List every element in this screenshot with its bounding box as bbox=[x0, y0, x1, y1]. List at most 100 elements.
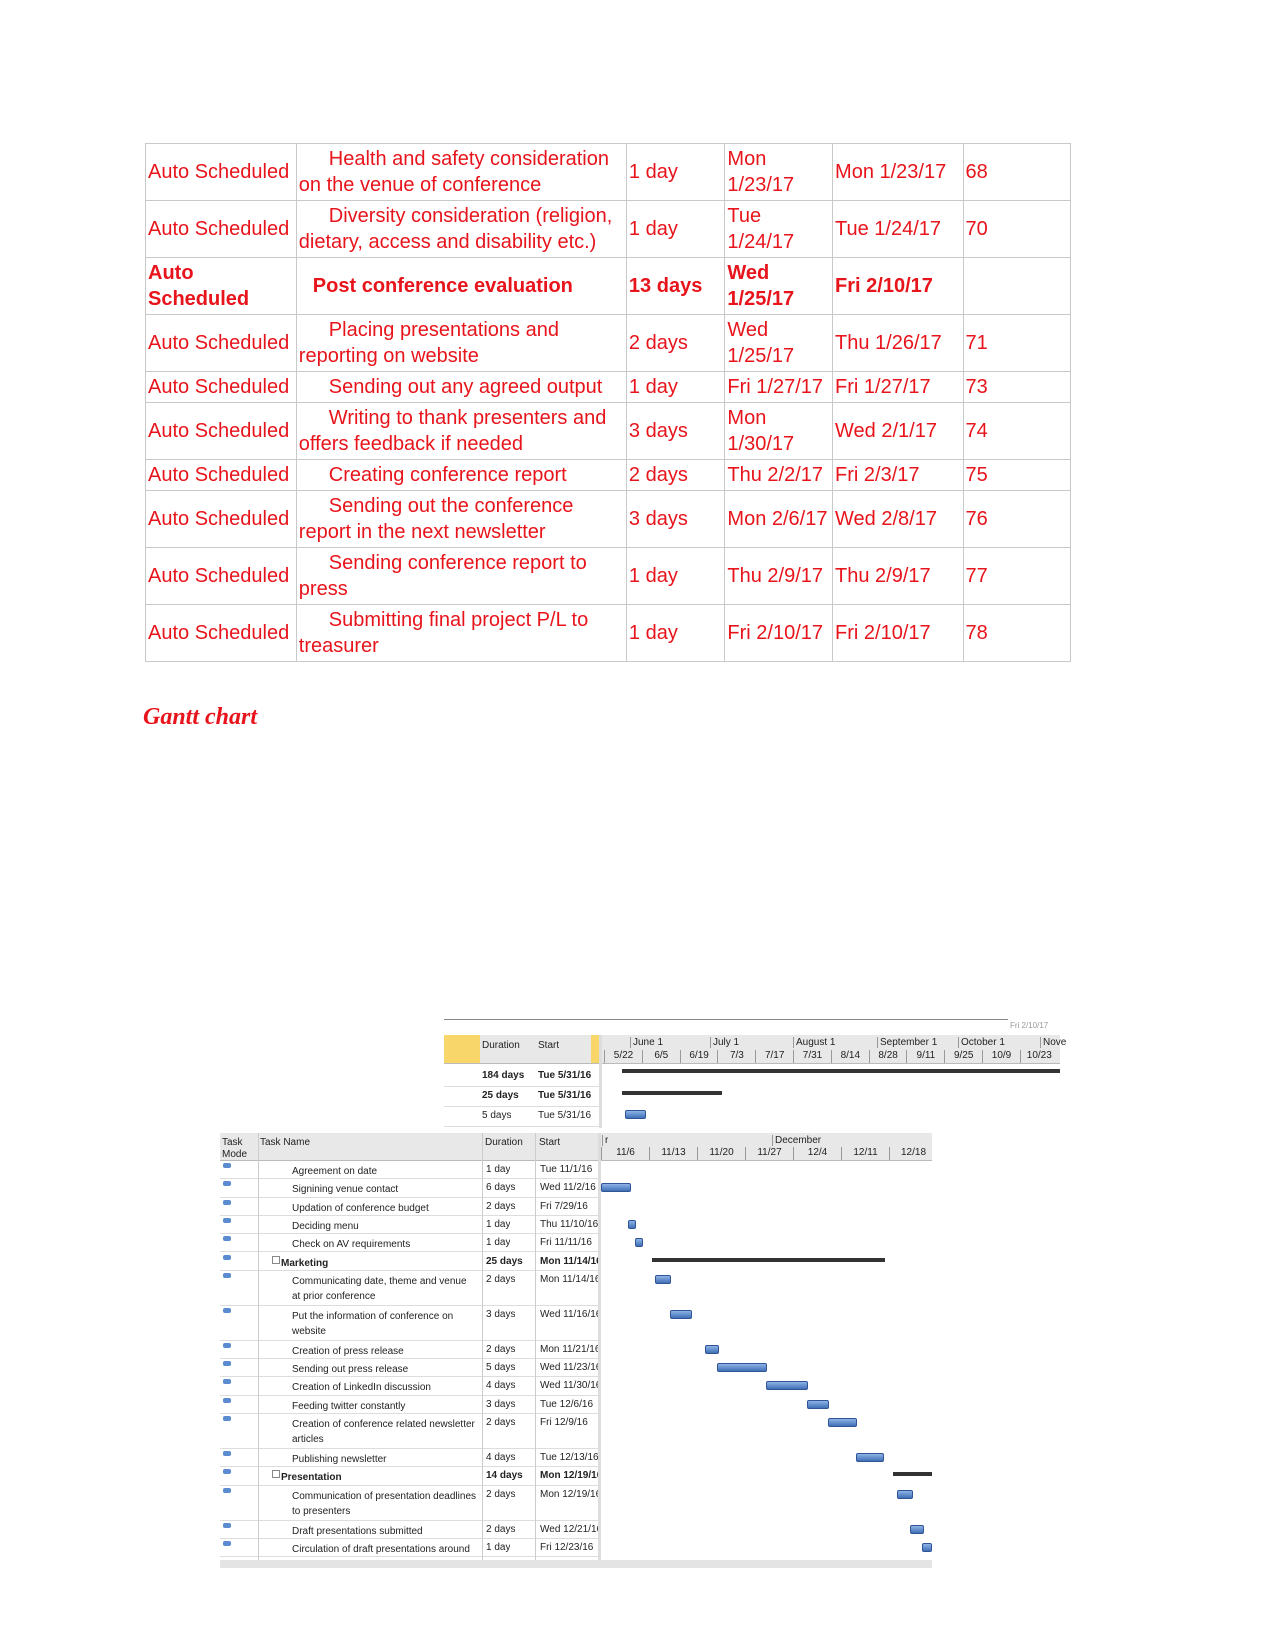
task-mode-icon bbox=[223, 1254, 231, 1260]
task-mode-icon bbox=[223, 1272, 231, 1278]
task-mode-cell: Auto Scheduled bbox=[145, 314, 297, 372]
start-cell: Tue 5/31/16 bbox=[538, 1090, 592, 1101]
task-name-cell: Creation of LinkedIn discussion bbox=[292, 1382, 431, 1394]
task-bar bbox=[635, 1238, 643, 1248]
task-bar bbox=[807, 1399, 829, 1409]
duration-header[interactable]: Duration bbox=[482, 1040, 520, 1051]
duration-cell: 1 day bbox=[625, 200, 726, 258]
finish-cell: Wed 2/8/17 bbox=[832, 490, 964, 548]
start-cell: Tue 5/31/16 bbox=[538, 1110, 592, 1121]
horizontal-scrollbar[interactable] bbox=[220, 1560, 932, 1568]
duration-cell: 2 days bbox=[486, 1200, 516, 1212]
start-header[interactable]: Start bbox=[538, 1040, 559, 1051]
task-name-cell: Diversity consideration (religion, dieta… bbox=[295, 200, 627, 258]
duration-cell: 6 days bbox=[486, 1182, 516, 1194]
task-mode-icon bbox=[223, 1540, 231, 1546]
finish-cell: Fri 2/10/17 bbox=[832, 257, 964, 315]
start-cell: Wed 11/2/16 bbox=[540, 1182, 596, 1194]
task-name-cell: Placing presentations and reporting on w… bbox=[295, 314, 627, 372]
start-cell: Tue 12/6/16 bbox=[540, 1398, 594, 1410]
task-mode-cell: Auto Scheduled bbox=[145, 371, 297, 403]
start-cell: Wed 11/16/16 bbox=[540, 1308, 598, 1320]
start-cell: Thu 2/9/17 bbox=[724, 547, 834, 605]
timescale-week: 12/11 bbox=[841, 1147, 889, 1160]
selected-column-header[interactable] bbox=[444, 1035, 480, 1063]
start-cell: Wed 1/25/17 bbox=[724, 314, 834, 372]
collapse-toggle[interactable] bbox=[272, 1255, 280, 1264]
start-cell: Mon 1/23/17 bbox=[724, 143, 834, 201]
table-row: Auto Scheduled Placing presentations and … bbox=[145, 314, 1071, 372]
task-name-cell: Signining venue contact bbox=[292, 1184, 399, 1196]
duration-cell: 2 days bbox=[486, 1273, 516, 1285]
predecessor-cell: 75 bbox=[962, 459, 1071, 491]
start-cell: Mon 11/14/16 bbox=[540, 1255, 598, 1267]
splitter[interactable] bbox=[599, 1035, 602, 1128]
table-row: Auto Scheduled Health and safety consider… bbox=[145, 143, 1071, 201]
table-row: Auto Scheduled Sending conference report … bbox=[145, 547, 1071, 605]
start-cell: Wed 12/21/16 bbox=[540, 1523, 598, 1535]
predecessor-cell: 71 bbox=[962, 314, 1071, 372]
task-mode-cell: Auto Scheduled bbox=[145, 200, 297, 258]
table-row: Auto Scheduled Sending out the conference… bbox=[145, 490, 1071, 548]
task-name-cell: Communicating date, theme and venue at p… bbox=[292, 1275, 467, 1302]
task-name-cell: Deciding menu bbox=[292, 1220, 359, 1232]
duration-cell: 1 day bbox=[486, 1237, 511, 1249]
timescale-week: 8/14 bbox=[830, 1050, 869, 1063]
duration-cell: 1 day bbox=[625, 371, 726, 403]
table-row: Auto Scheduled Writing to thank presenter… bbox=[145, 402, 1071, 460]
summary-bar bbox=[893, 1472, 932, 1477]
task-mode-icon bbox=[223, 1416, 231, 1421]
duration-cell: 1 day bbox=[625, 143, 726, 201]
start-cell: Fri 12/23/16 bbox=[540, 1541, 594, 1553]
duration-cell: 2 days bbox=[486, 1488, 516, 1500]
gantt-top-snippet: Fri 2/10/17 Duration Start June 1 July 1 Augu… bbox=[444, 1015, 1066, 1128]
duration-cell: 4 days bbox=[486, 1380, 516, 1392]
task-mode-icon bbox=[223, 1236, 231, 1242]
column-divider bbox=[482, 1133, 483, 1568]
start-filter[interactable] bbox=[591, 1035, 599, 1063]
task-mode-header[interactable]: Task Mode bbox=[222, 1137, 250, 1161]
task-name-cell: Draft presentations submitted bbox=[292, 1525, 423, 1537]
timescale-month: r bbox=[602, 1135, 608, 1146]
task-mode-icon bbox=[223, 1451, 231, 1456]
task-mode-cell: Auto Scheduled bbox=[145, 402, 297, 460]
duration-cell: 3 days bbox=[625, 402, 726, 460]
duration-cell: 5 days bbox=[486, 1362, 516, 1374]
task-name-cell: Circulation of draft presentations aroun… bbox=[292, 1543, 470, 1555]
start-cell: Mon 12/19/16 bbox=[540, 1488, 598, 1500]
timescale-week: 11/27 bbox=[745, 1147, 793, 1160]
date-marker: Fri 2/10/17 bbox=[1010, 1021, 1049, 1030]
start-cell: Tue 1/24/17 bbox=[724, 200, 834, 258]
task-name-cell: Health and safety consideration on the v… bbox=[295, 143, 627, 201]
task-name-header[interactable]: Task Name bbox=[260, 1137, 360, 1149]
duration-cell: 25 days bbox=[486, 1255, 523, 1267]
duration-cell: 2 days bbox=[625, 459, 726, 491]
start-cell: Tue 11/1/16 bbox=[540, 1164, 593, 1175]
timescale-month: July 1 bbox=[710, 1037, 739, 1048]
finish-cell: Thu 2/9/17 bbox=[832, 547, 964, 605]
collapse-toggle[interactable] bbox=[272, 1470, 280, 1479]
duration-cell: 184 days bbox=[482, 1070, 525, 1081]
table-row: Auto Scheduled Sending out any agreed out… bbox=[145, 371, 1071, 403]
timescale-week: 6/5 bbox=[641, 1050, 680, 1063]
start-cell: Mon 2/6/17 bbox=[724, 490, 834, 548]
task-name-cell: Sending out the conference report in the… bbox=[295, 490, 627, 548]
finish-cell: Mon 1/23/17 bbox=[832, 143, 964, 201]
finish-cell: Thu 1/26/17 bbox=[832, 314, 964, 372]
duration-cell: 1 day bbox=[625, 604, 726, 662]
task-mode-cell: Auto Scheduled bbox=[145, 547, 297, 605]
task-name-cell: Writing to thank presenters and offers f… bbox=[295, 402, 627, 460]
timescale-week: 10/9 bbox=[982, 1050, 1020, 1063]
splitter[interactable] bbox=[598, 1133, 601, 1568]
task-mode-icon bbox=[223, 1163, 231, 1168]
task-bar bbox=[828, 1418, 857, 1427]
duration-cell: 2 days bbox=[486, 1523, 516, 1535]
task-name-cell: Agreement on date bbox=[292, 1166, 378, 1177]
start-cell: Thu 2/2/17 bbox=[724, 459, 834, 491]
task-bar bbox=[670, 1309, 692, 1319]
timescale-week: 12/4 bbox=[793, 1147, 841, 1160]
task-bar bbox=[897, 1489, 913, 1499]
start-cell: Fri 7/29/16 bbox=[540, 1200, 588, 1212]
timescale-month: October 1 bbox=[958, 1037, 1005, 1048]
start-cell: Mon 1/30/17 bbox=[724, 402, 834, 460]
